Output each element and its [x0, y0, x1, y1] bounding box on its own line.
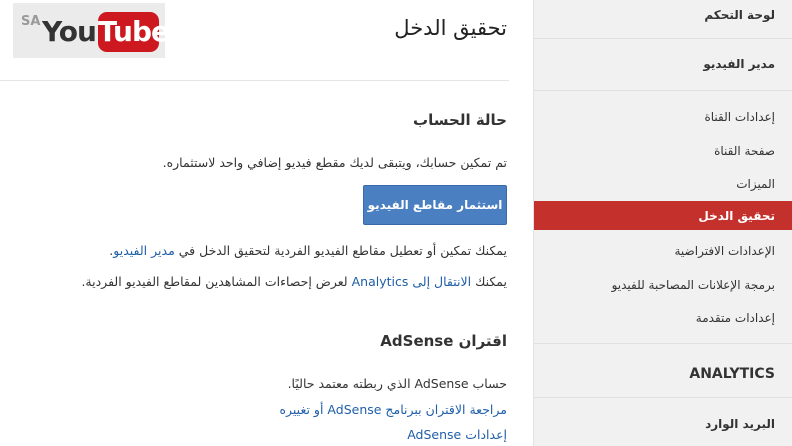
sidebar-item-channel-page[interactable]: صفحة القناة: [714, 144, 775, 158]
sidebar-divider: [534, 397, 792, 398]
info1-text: يمكنك تمكين أو تعطيل مقاطع الفيديو الفرد…: [178, 243, 507, 258]
sidebar-divider: [534, 90, 792, 91]
adsense-heading: اقتران AdSense: [380, 332, 507, 350]
youtube-logo[interactable]: SA You Tube: [13, 3, 170, 58]
sidebar-item-channel-settings[interactable]: إعدادات القناة: [704, 110, 775, 124]
account-status-message: تم تمكين حسابك، ويتبقى لديك مقطع فيديو إ…: [162, 155, 507, 170]
logo-tube-badge: Tube: [98, 12, 170, 52]
info2-text-pre: يمكنك: [475, 274, 507, 289]
video-manager-info: يمكنك تمكين أو تعطيل مقاطع الفيديو الفرد…: [109, 243, 507, 258]
sidebar-item-monetization-label: تحقيق الدخل: [698, 209, 775, 223]
sidebar-item-monetization[interactable]: تحقيق الدخل: [534, 201, 792, 230]
sidebar: لوحة التحكم مدير الفيديو إعدادات القناة …: [533, 0, 792, 446]
monetize-videos-button[interactable]: استثمار مقاطع الفيديو: [363, 185, 507, 225]
sidebar-divider: [534, 343, 792, 344]
sidebar-item-analytics[interactable]: ANALYTICS: [689, 366, 775, 382]
logo-region: SA: [21, 14, 41, 29]
page-title: تحقيق الدخل: [394, 16, 507, 40]
account-status-heading: حالة الحساب: [413, 111, 507, 129]
sidebar-divider: [534, 38, 792, 39]
logo-you-text: You: [42, 15, 97, 48]
sidebar-item-inbox[interactable]: البريد الوارد: [705, 417, 775, 431]
adsense-settings-link[interactable]: إعدادات AdSense: [407, 427, 507, 442]
video-manager-link[interactable]: مدير الفيديو: [113, 243, 174, 258]
info2-text-post: لعرض إحصاءات المشاهدين لمقاطع الفيديو ال…: [81, 274, 348, 289]
main-content: SA You Tube تحقيق الدخل حالة الحساب تم ت…: [0, 0, 533, 446]
analytics-info: يمكنك الانتقال إلى Analytics لعرض إحصاءا…: [81, 274, 507, 289]
sidebar-item-dashboard[interactable]: لوحة التحكم: [704, 8, 775, 22]
sidebar-item-promoted-videos[interactable]: برمجة الإعلانات المصاحبة للفيديو: [612, 278, 775, 292]
sidebar-item-defaults[interactable]: الإعدادات الافتراضية: [675, 244, 776, 258]
go-to-analytics-link[interactable]: الانتقال إلى Analytics: [352, 274, 471, 289]
adsense-review-link[interactable]: مراجعة الاقتران ببرنامج AdSense أو تغيير…: [279, 402, 507, 417]
sidebar-item-advanced[interactable]: إعدادات متقدمة: [696, 311, 775, 325]
sidebar-item-features[interactable]: الميزات: [736, 177, 775, 191]
title-divider: [0, 80, 509, 81]
adsense-status: حساب AdSense الذي ربطته معتمد حاليًا.: [287, 376, 507, 391]
sidebar-item-video-manager[interactable]: مدير الفيديو: [703, 57, 775, 71]
